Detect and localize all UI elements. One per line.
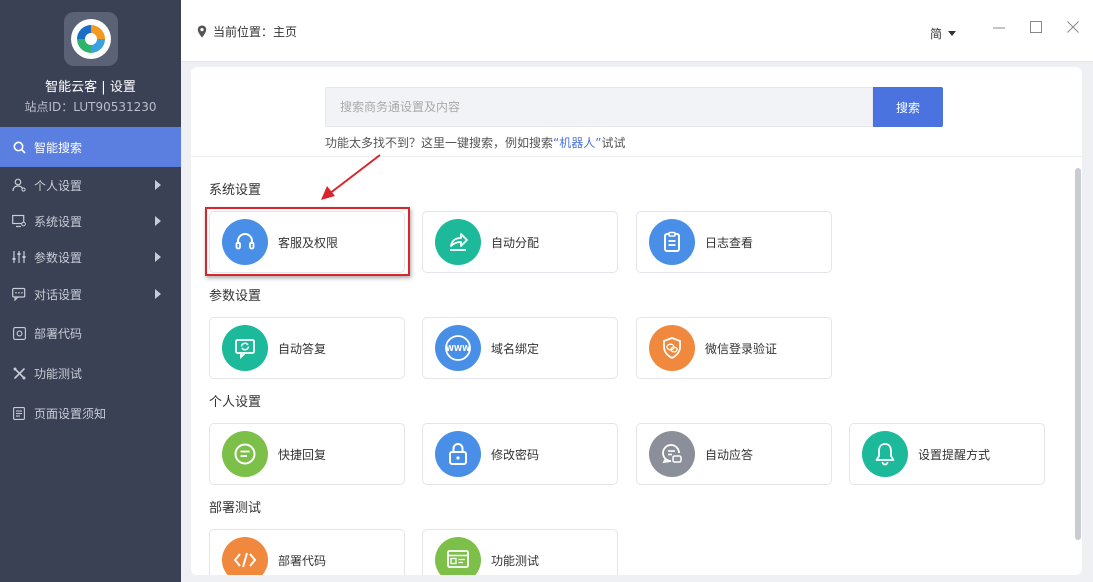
language-selector[interactable]: 简	[930, 25, 957, 42]
tile-auto-answer[interactable]: 自动应答	[636, 423, 832, 485]
annotation-arrow-icon	[321, 154, 381, 200]
tile-label: 自动应答	[705, 447, 754, 462]
tile-notification-method[interactable]: 设置提醒方式	[849, 423, 1045, 485]
auto-answer-icon	[649, 431, 695, 477]
tile-label: 域名绑定	[491, 341, 540, 356]
sidebar-item-personal-settings[interactable]: 个人设置	[0, 167, 181, 203]
section-title-personal: 个人设置	[209, 395, 262, 410]
chevron-right-icon	[155, 289, 161, 299]
section-title-deploy-test: 部署测试	[209, 501, 262, 516]
sidebar-item-parameter-settings[interactable]: 参数设置	[0, 239, 181, 275]
maximize-icon[interactable]	[1029, 20, 1043, 34]
sidebar-item-label: 个人设置	[34, 178, 83, 193]
svg-text:WWW: WWW	[446, 344, 472, 353]
sidebar-item-label: 对话设置	[34, 287, 83, 302]
tile-wechat-login-verify[interactable]: 微信登录验证	[636, 317, 832, 379]
hint-keyword-link[interactable]: “机器人”	[553, 136, 601, 150]
tile-function-test[interactable]: 功能测试	[422, 529, 618, 575]
scrollbar[interactable]	[1075, 168, 1081, 540]
tile-label: 部署代码	[278, 553, 327, 568]
auto-reply-icon	[222, 325, 268, 371]
user-settings-icon	[12, 178, 26, 192]
tile-label: 快捷回复	[278, 447, 327, 462]
tile-label: 功能测试	[491, 553, 540, 568]
station-id: 站点ID：LUT90531230	[24, 100, 157, 114]
shield-wechat-icon	[649, 325, 695, 371]
minimize-icon[interactable]	[992, 20, 1006, 34]
location-pin-icon	[197, 25, 207, 38]
tile-deploy-code[interactable]: 部署代码	[209, 529, 405, 575]
tile-label: 设置提醒方式	[918, 447, 991, 462]
sidebar-item-function-test[interactable]: 功能测试	[0, 353, 181, 393]
www-icon: WWW	[435, 325, 481, 371]
sidebar-item-label: 页面设置须知	[34, 406, 107, 421]
hint-prefix: 功能太多找不到？这里一键搜索，例如搜索	[325, 136, 554, 150]
tile-label: 自动分配	[491, 235, 540, 250]
sidebar: 智能云客 | 设置 站点ID：LUT90531230 智能搜索 个人设置 系统设…	[0, 0, 181, 582]
clipboard-icon	[649, 219, 695, 265]
search-hint: 功能太多找不到？这里一键搜索，例如搜索“机器人”试试	[325, 134, 625, 151]
code-icon	[12, 326, 26, 340]
tile-change-password[interactable]: 修改密码	[422, 423, 618, 485]
sliders-icon	[12, 250, 26, 264]
tile-log-view[interactable]: 日志查看	[636, 211, 832, 273]
monitor-gear-icon	[12, 214, 26, 228]
app-logo	[64, 12, 118, 66]
breadcrumb: 当前位置：主页	[197, 23, 297, 40]
bell-icon	[862, 431, 908, 477]
hint-suffix: 试试	[601, 136, 626, 150]
main-content: 搜索 功能太多找不到？这里一键搜索，例如搜索“机器人”试试 系统设置 客服及权限…	[191, 67, 1082, 575]
search-button[interactable]: 搜索	[873, 87, 943, 127]
logo-icon	[71, 19, 111, 59]
tile-label: 日志查看	[705, 235, 754, 250]
top-bar: 当前位置：主页 简	[181, 0, 1093, 62]
sidebar-nav: 智能搜索 个人设置 系统设置 参数设置 对话设置 部署代码 功能测试 页面设置须…	[0, 127, 181, 433]
chevron-right-icon	[155, 252, 161, 262]
sidebar-item-deploy-code[interactable]: 部署代码	[0, 313, 181, 353]
sidebar-item-label: 系统设置	[34, 214, 83, 229]
share-arrow-icon	[435, 219, 481, 265]
tile-auto-assign[interactable]: 自动分配	[422, 211, 618, 273]
document-icon	[12, 406, 26, 420]
section-title-system: 系统设置	[209, 183, 262, 198]
chevron-right-icon	[155, 216, 161, 226]
browser-test-icon	[435, 537, 481, 575]
breadcrumb-text: 当前位置：主页	[213, 25, 298, 39]
tile-domain-binding[interactable]: WWW 域名绑定	[422, 317, 618, 379]
caret-down-icon	[948, 31, 957, 36]
tile-quick-reply[interactable]: 快捷回复	[209, 423, 405, 485]
sidebar-item-label: 参数设置	[34, 250, 83, 265]
tile-label: 修改密码	[491, 447, 540, 462]
search-input[interactable]	[325, 87, 873, 127]
test-icon	[12, 366, 26, 380]
sidebar-item-chat-settings[interactable]: 对话设置	[0, 275, 181, 313]
tile-auto-reply[interactable]: 自动答复	[209, 317, 405, 379]
lock-icon	[435, 431, 481, 477]
headset-icon	[222, 219, 268, 265]
search-icon	[12, 140, 26, 154]
sidebar-item-smart-search[interactable]: 智能搜索	[0, 127, 181, 167]
tile-label: 微信登录验证	[705, 341, 778, 356]
sidebar-item-page-notice[interactable]: 页面设置须知	[0, 393, 181, 433]
chevron-right-icon	[155, 180, 161, 190]
sidebar-item-system-settings[interactable]: 系统设置	[0, 203, 181, 239]
section-title-parameters: 参数设置	[209, 289, 262, 304]
sidebar-item-label: 部署代码	[34, 326, 83, 341]
sidebar-item-label: 功能测试	[34, 366, 83, 381]
tile-label: 客服及权限	[278, 235, 339, 250]
quick-reply-icon	[222, 431, 268, 477]
close-icon[interactable]	[1066, 20, 1080, 34]
sidebar-item-label: 智能搜索	[34, 140, 83, 155]
tile-customer-service-permissions[interactable]: 客服及权限	[209, 211, 405, 273]
code-brackets-icon	[222, 537, 268, 575]
app-title: 智能云客 | 设置	[45, 80, 136, 95]
tile-label: 自动答复	[278, 341, 327, 356]
chat-settings-icon	[12, 287, 26, 301]
language-label: 简	[930, 27, 943, 41]
